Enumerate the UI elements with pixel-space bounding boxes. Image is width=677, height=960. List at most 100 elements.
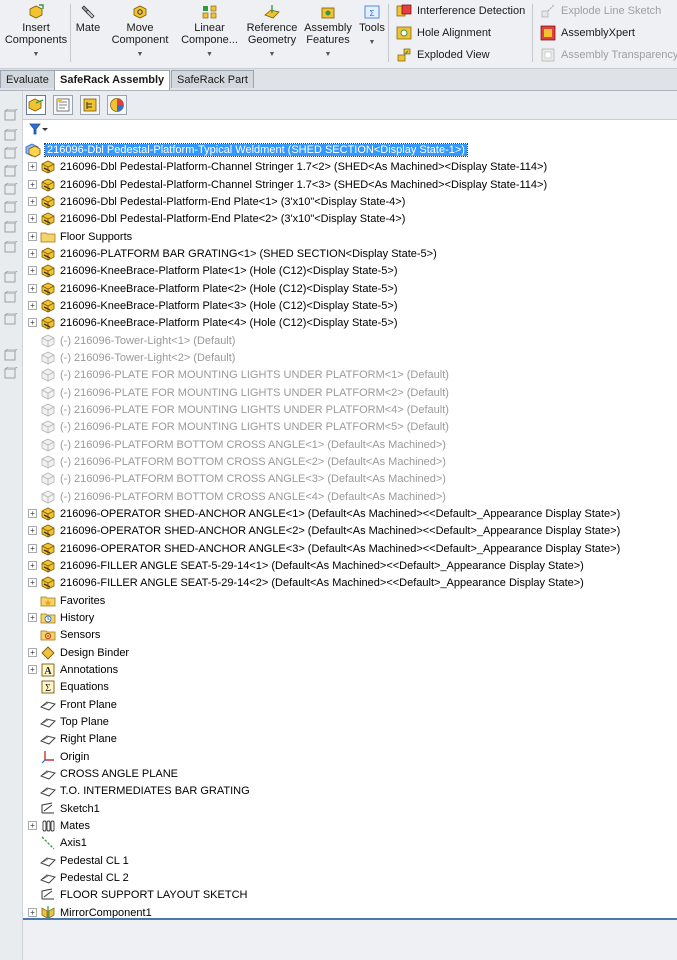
- tree-item[interactable]: +216096-OPERATOR SHED-ANCHOR ANGLE<1> (D…: [23, 505, 677, 522]
- tree-item[interactable]: Favorites: [23, 592, 677, 609]
- dropdown-arrow-icon[interactable]: ▼: [105, 49, 175, 61]
- dropdown-arrow-icon[interactable]: ▼: [177, 49, 242, 61]
- task-pane-icon[interactable]: [3, 312, 18, 327]
- dropdown-arrow-icon[interactable]: ▼: [244, 49, 300, 61]
- tree-item[interactable]: (-) 216096-PLATFORM BOTTOM CROSS ANGLE<3…: [23, 470, 677, 487]
- task-pane-icon[interactable]: [3, 164, 18, 179]
- explode-line-sketch-button[interactable]: Explode Line Sketch: [540, 2, 661, 20]
- tree-item[interactable]: +216096-KneeBrace-Platform Plate<2> (Hol…: [23, 280, 677, 297]
- tree-item[interactable]: +216096-Dbl Pedestal-Platform-Channel St…: [23, 158, 677, 175]
- tree-item[interactable]: (-) 216096-PLATE FOR MOUNTING LIGHTS UND…: [23, 384, 677, 401]
- tree-item[interactable]: +216096-Dbl Pedestal-Platform-Channel St…: [23, 176, 677, 193]
- expand-icon[interactable]: +: [28, 180, 37, 189]
- tree-item[interactable]: +216096-OPERATOR SHED-ANCHOR ANGLE<2> (D…: [23, 522, 677, 539]
- reference-geometry-button[interactable]: Reference Geometry ▼: [244, 2, 300, 66]
- expand-icon[interactable]: +: [28, 821, 37, 830]
- expand-icon[interactable]: +: [28, 648, 37, 657]
- dropdown-arrow-icon[interactable]: ▼: [2, 49, 70, 61]
- tree-item[interactable]: +216096-FILLER ANGLE SEAT-5-29-14<1> (De…: [23, 557, 677, 574]
- tree-item[interactable]: T.O. INTERMEDIATES BAR GRATING: [23, 782, 677, 799]
- mate-button[interactable]: Mate: [72, 2, 104, 66]
- tree-item[interactable]: (-) 216096-PLATE FOR MOUNTING LIGHTS UND…: [23, 418, 677, 435]
- tab-saferack-assembly[interactable]: SafeRack Assembly: [54, 70, 171, 90]
- tree-item[interactable]: (-) 216096-PLATFORM BOTTOM CROSS ANGLE<1…: [23, 436, 677, 453]
- tree-item[interactable]: Right Plane: [23, 730, 677, 747]
- expand-icon[interactable]: +: [28, 249, 37, 258]
- tree-item[interactable]: +216096-KneeBrace-Platform Plate<3> (Hol…: [23, 297, 677, 314]
- tree-item[interactable]: (-) 216096-PLATE FOR MOUNTING LIGHTS UND…: [23, 401, 677, 418]
- tree-item[interactable]: +216096-PLATFORM BAR GRATING<1> (SHED SE…: [23, 245, 677, 262]
- task-pane-icon[interactable]: [3, 128, 18, 143]
- tree-item[interactable]: (-) 216096-PLATFORM BOTTOM CROSS ANGLE<4…: [23, 488, 677, 505]
- task-pane-icon[interactable]: [3, 220, 18, 235]
- tab-saferack-part[interactable]: SafeRack Part: [171, 70, 254, 88]
- task-pane-icon[interactable]: [3, 108, 18, 123]
- expand-icon[interactable]: +: [28, 284, 37, 293]
- tree-item[interactable]: +216096-KneeBrace-Platform Plate<1> (Hol…: [23, 262, 677, 279]
- display-manager-tab[interactable]: [107, 95, 127, 115]
- tree-item[interactable]: Pedestal CL 1: [23, 852, 677, 869]
- tab-evaluate[interactable]: Evaluate: [0, 70, 55, 88]
- dropdown-arrow-icon[interactable]: ▼: [302, 49, 354, 61]
- tree-item[interactable]: FLOOR SUPPORT LAYOUT SKETCH: [23, 886, 677, 903]
- task-pane-icon[interactable]: [3, 366, 18, 381]
- task-pane-icon[interactable]: [3, 348, 18, 363]
- expand-icon[interactable]: +: [28, 266, 37, 275]
- tree-item[interactable]: + Design Binder: [23, 644, 677, 661]
- expand-icon[interactable]: +: [28, 561, 37, 570]
- task-pane-icon[interactable]: [3, 290, 18, 305]
- configurationmanager-tab[interactable]: [80, 95, 100, 115]
- task-pane-icon[interactable]: [3, 146, 18, 161]
- tree-item[interactable]: (-) 216096-PLATFORM BOTTOM CROSS ANGLE<2…: [23, 453, 677, 470]
- tree-item[interactable]: +216096-FILLER ANGLE SEAT-5-29-14<2> (De…: [23, 574, 677, 591]
- expand-icon[interactable]: +: [28, 214, 37, 223]
- insert-components-button[interactable]: Insert Components ▼: [2, 2, 70, 66]
- expand-icon[interactable]: +: [28, 544, 37, 553]
- linear-pattern-button[interactable]: Linear Compone... ▼: [177, 2, 242, 66]
- tree-item[interactable]: Sensors: [23, 626, 677, 643]
- tree-item[interactable]: Σ Equations: [23, 678, 677, 695]
- interference-detection-button[interactable]: Interference Detection: [396, 2, 525, 20]
- assemblyxpert-button[interactable]: AssemblyXpert: [540, 24, 635, 42]
- expand-icon[interactable]: +: [28, 665, 37, 674]
- expand-icon[interactable]: +: [28, 232, 37, 241]
- task-pane-icon[interactable]: [3, 270, 18, 285]
- tree-item[interactable]: (-) 216096-Tower-Light<1> (Default): [23, 332, 677, 349]
- featuremanager-tab[interactable]: [26, 95, 46, 115]
- expand-icon[interactable]: +: [28, 197, 37, 206]
- expand-icon[interactable]: +: [28, 509, 37, 518]
- tree-item[interactable]: +216096-OPERATOR SHED-ANCHOR ANGLE<3> (D…: [23, 540, 677, 557]
- tree-item[interactable]: (-) 216096-PLATE FOR MOUNTING LIGHTS UND…: [23, 366, 677, 383]
- tree-item[interactable]: Top Plane: [23, 713, 677, 730]
- move-component-button[interactable]: Move Component ▼: [105, 2, 175, 66]
- task-pane-icon[interactable]: [3, 240, 18, 255]
- tree-item[interactable]: Origin: [23, 748, 677, 765]
- expand-icon[interactable]: +: [28, 526, 37, 535]
- expand-icon[interactable]: +: [28, 301, 37, 310]
- expand-icon[interactable]: +: [28, 318, 37, 327]
- expand-icon[interactable]: +: [28, 162, 37, 171]
- tree-root-assembly[interactable]: 216096-Dbl Pedestal-Platform-Typical Wel…: [23, 141, 677, 158]
- tree-item[interactable]: CROSS ANGLE PLANE: [23, 765, 677, 782]
- tree-item[interactable]: +216096-KneeBrace-Platform Plate<4> (Hol…: [23, 314, 677, 331]
- tree-item[interactable]: (-) 216096-Tower-Light<2> (Default): [23, 349, 677, 366]
- assembly-transparency-button[interactable]: Assembly Transparency: [540, 46, 677, 64]
- expand-icon[interactable]: +: [28, 578, 37, 587]
- task-pane-icon[interactable]: [3, 182, 18, 197]
- tree-item[interactable]: + History: [23, 609, 677, 626]
- tree-item[interactable]: Axis1: [23, 834, 677, 851]
- tree-item[interactable]: Sketch1: [23, 800, 677, 817]
- dropdown-arrow-icon[interactable]: ▼: [357, 37, 387, 49]
- assembly-features-button[interactable]: Assembly Features ▼: [302, 2, 354, 66]
- expand-icon[interactable]: +: [28, 908, 37, 917]
- tree-item[interactable]: + Mates: [23, 817, 677, 834]
- hole-alignment-button[interactable]: Hole Alignment: [396, 24, 491, 42]
- tree-item[interactable]: + Floor Supports: [23, 228, 677, 245]
- expand-icon[interactable]: +: [28, 613, 37, 622]
- propertymanager-tab[interactable]: [53, 95, 73, 115]
- filter-button[interactable]: [29, 122, 49, 136]
- task-pane-icon[interactable]: [3, 200, 18, 215]
- tree-item[interactable]: Front Plane: [23, 696, 677, 713]
- tree-item[interactable]: + A Annotations: [23, 661, 677, 678]
- exploded-view-button[interactable]: Exploded View: [396, 46, 490, 64]
